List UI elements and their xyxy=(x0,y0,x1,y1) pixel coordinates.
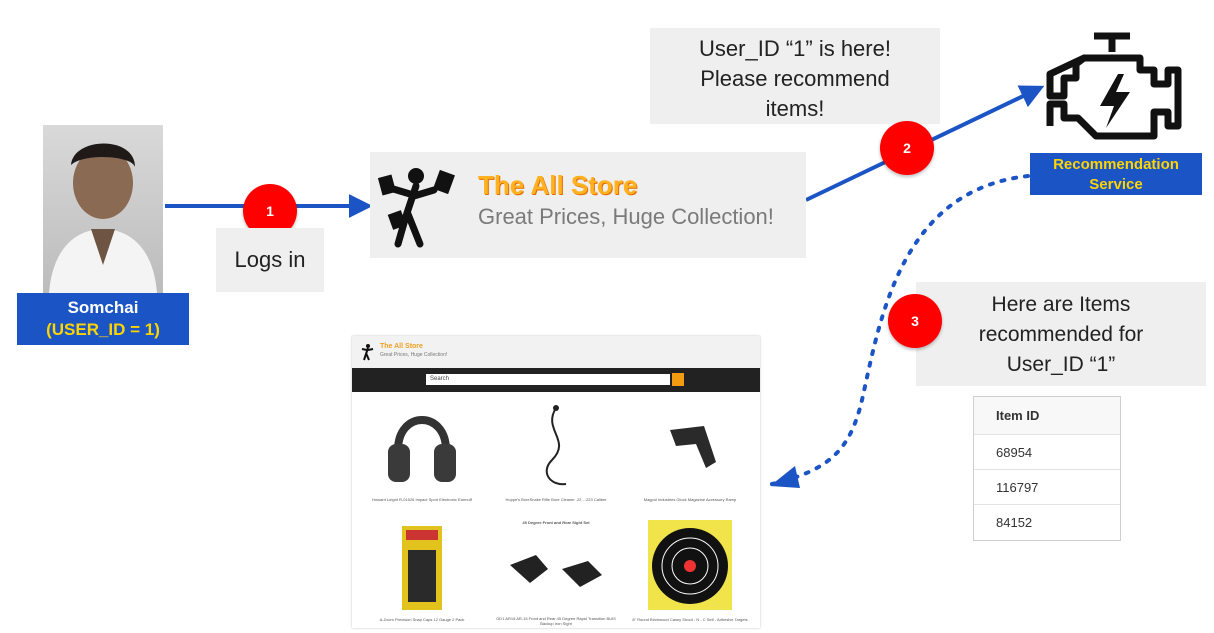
user-label: Somchai (USER_ID = 1) xyxy=(17,293,189,345)
request-line-1: User_ID “1” is here! xyxy=(699,36,891,61)
product-title: GD1 AR15 AR-15 Front and Rear 45 Degree … xyxy=(496,616,616,626)
login-callout: Logs in xyxy=(216,228,324,292)
shopper-logo-icon xyxy=(361,344,374,361)
product-card[interactable]: A-Zoom Precision Snap Caps 12 Gauge 2 Pa… xyxy=(358,520,486,628)
request-callout: User_ID “1” is here! Please recommend it… xyxy=(650,28,940,124)
response-line-1: Here are Items xyxy=(991,293,1131,316)
user-photo xyxy=(43,125,163,293)
product-title: Hoppe's BoreSnake Rifle Bore Cleaner .22… xyxy=(505,497,607,502)
step-badge-2: 2 xyxy=(880,121,934,175)
bore-cleaner-product-icon xyxy=(545,405,567,486)
engine-icon xyxy=(1046,32,1182,140)
store-screenshot: The All Store Great Prices, Huge Collect… xyxy=(352,336,760,628)
screenshot-search-button[interactable] xyxy=(672,373,684,386)
response-line-2: recommended for xyxy=(978,323,1144,346)
earmuff-product-icon xyxy=(388,416,456,482)
table-header: Item ID xyxy=(974,397,1120,435)
store-title: The All Store xyxy=(478,170,638,200)
screenshot-nav: Search xyxy=(352,368,760,392)
person-avatar-icon xyxy=(49,143,157,293)
product-title: Magpul Industries Glock Magazine Accesso… xyxy=(643,497,737,502)
service-label-line1: Recommendation xyxy=(1053,156,1179,173)
product-title: 8" Round Birchwood Casey Shoot - N - C S… xyxy=(632,617,748,622)
login-label: Logs in xyxy=(234,247,306,272)
item-id-table: Item ID 68954 116797 84152 xyxy=(973,396,1121,541)
user-name: Somchai xyxy=(67,298,139,317)
service-label-line2: Service xyxy=(1089,176,1143,193)
request-line-3: items! xyxy=(765,96,825,121)
table-row: 116797 xyxy=(974,470,1120,505)
magazine-ramp-product-icon xyxy=(670,426,716,468)
product-card[interactable]: 45 Degree Front and Rear Sight Set GD1 A… xyxy=(492,520,620,628)
product-card[interactable]: Magpul Industries Glock Magazine Accesso… xyxy=(626,400,754,510)
target-product-icon xyxy=(648,520,732,610)
request-line-2: Please recommend xyxy=(700,66,890,91)
user-id-label: (USER_ID = 1) xyxy=(46,320,160,339)
product-card[interactable]: Howard Leight R-01526 Impact Sport Elect… xyxy=(358,400,486,510)
iron-sight-product-icon xyxy=(510,555,602,587)
product-title: A-Zoom Precision Snap Caps 12 Gauge 2 Pa… xyxy=(379,617,465,622)
response-callout: Here are Items recommended for User_ID “… xyxy=(916,282,1206,386)
response-line-3: User_ID “1” xyxy=(1006,353,1116,376)
snap-caps-product-icon xyxy=(402,526,442,610)
store-banner: The All Store Great Prices, Huge Collect… xyxy=(370,152,806,258)
table-row: 68954 xyxy=(974,435,1120,470)
service-label: Recommendation Service xyxy=(1030,153,1202,195)
store-tagline: Great Prices, Huge Collection! xyxy=(478,204,774,229)
screenshot-title: The All Store xyxy=(380,343,423,350)
step-badge-3: 3 xyxy=(888,294,942,348)
screenshot-search-input[interactable]: Search xyxy=(426,374,670,385)
screenshot-header: The All Store Great Prices, Huge Collect… xyxy=(352,336,760,368)
arrow-response-head xyxy=(770,466,800,488)
shopper-logo-icon xyxy=(377,168,455,248)
screenshot-tagline: Great Prices, Huge Collection! xyxy=(380,352,448,358)
product-card[interactable]: 8" Round Birchwood Casey Shoot - N - C S… xyxy=(626,520,754,628)
table-row: 84152 xyxy=(996,515,1033,530)
product-title: Howard Leight R-01526 Impact Sport Elect… xyxy=(372,497,472,502)
product-card[interactable]: Hoppe's BoreSnake Rifle Bore Cleaner .22… xyxy=(492,400,620,510)
